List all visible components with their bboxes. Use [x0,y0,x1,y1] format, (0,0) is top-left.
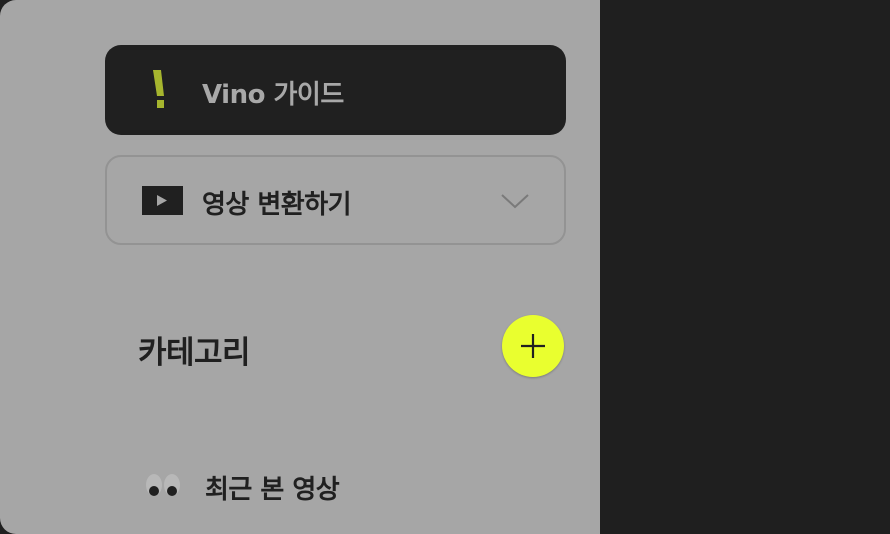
exclamation-icon [153,70,164,108]
chevron-down-icon[interactable] [500,192,530,210]
main-content-area [600,0,890,534]
plus-icon [521,334,545,358]
app-root: Vino 가이드 영상 변환하기 카테고리 최근 본 영상 [0,0,890,534]
sidebar: Vino 가이드 영상 변환하기 카테고리 최근 본 영상 [0,0,600,534]
vino-guide-label: Vino 가이드 [202,80,344,110]
eyes-icon [146,474,180,496]
play-icon [142,186,183,215]
video-convert-label: 영상 변환하기 [202,190,352,220]
category-title: 카테고리 [138,335,251,371]
recent-videos-item[interactable]: 최근 본 영상 [205,469,340,506]
add-category-button[interactable] [502,315,564,377]
